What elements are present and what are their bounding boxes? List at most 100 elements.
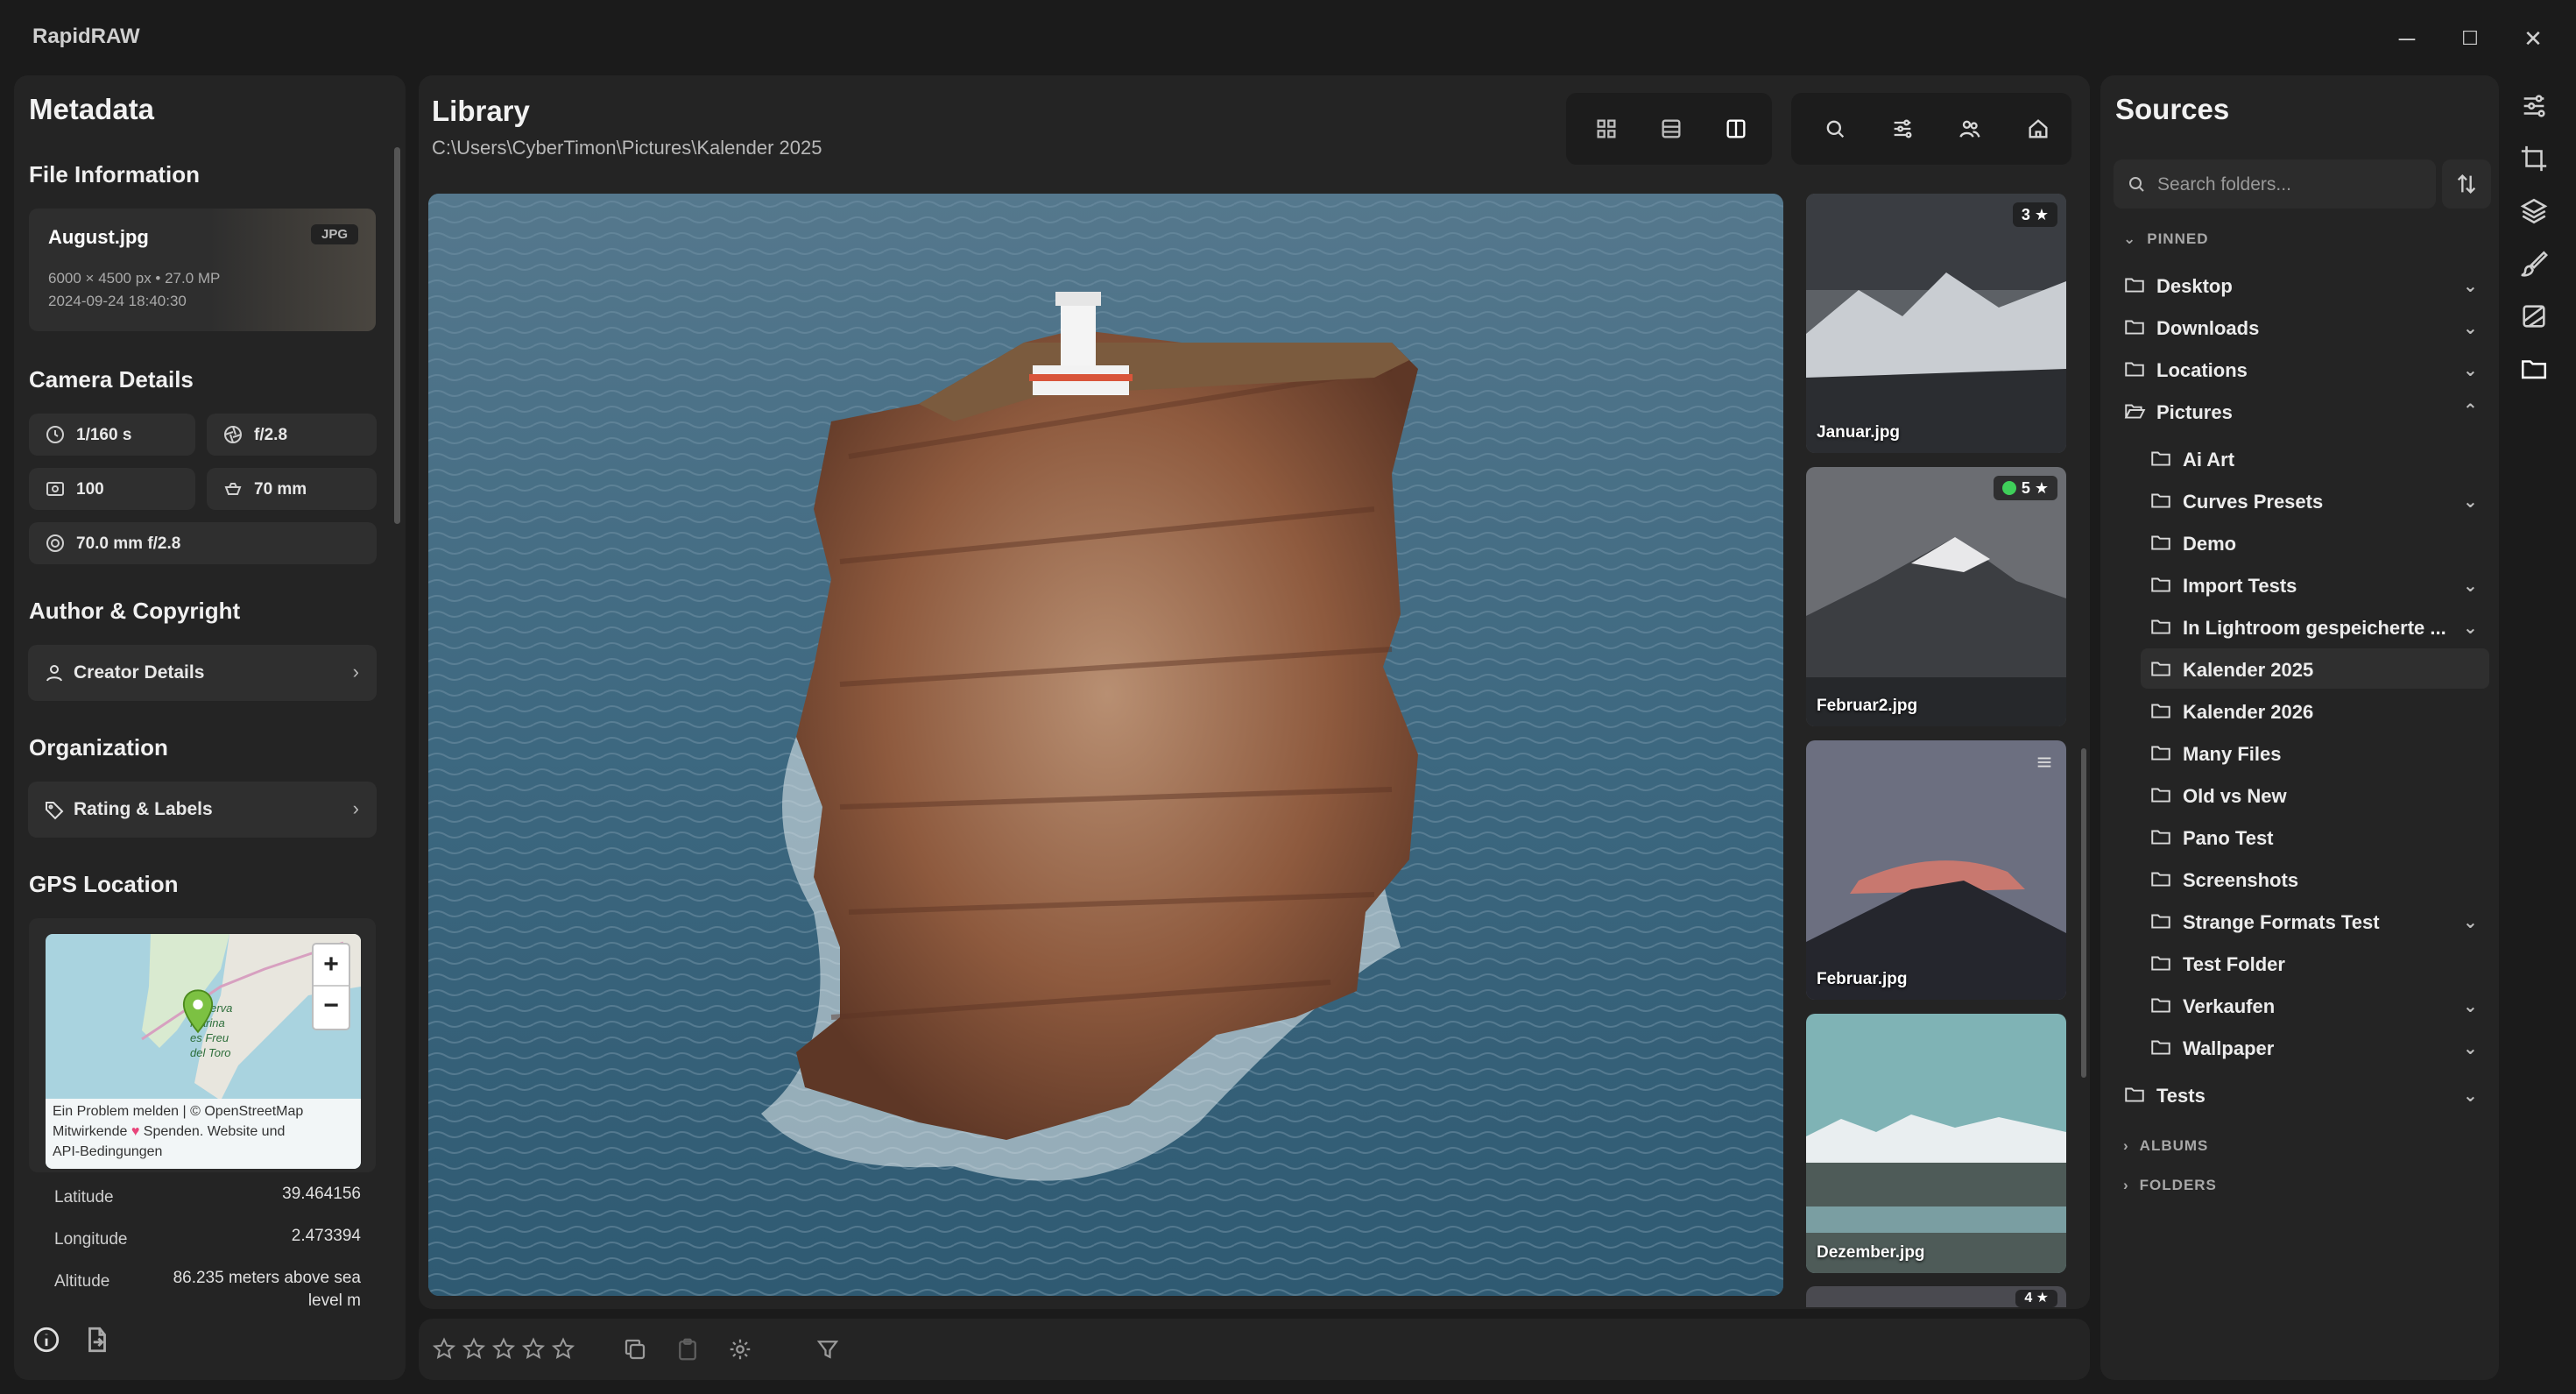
folder-desktop[interactable]: Desktop ⌄ [2123, 265, 2482, 305]
list-view-icon[interactable] [1659, 117, 1683, 141]
presets-icon[interactable] [2519, 301, 2549, 331]
metadata-scrollbar[interactable] [394, 147, 400, 524]
main-image-preview[interactable] [428, 194, 1783, 1296]
info-icon[interactable] [32, 1325, 61, 1355]
chevron-right-icon: › [352, 797, 359, 819]
star-icon[interactable] [490, 1336, 517, 1362]
filmstrip-scrollbar[interactable] [2081, 748, 2086, 1078]
thumbnail[interactable]: Dezember.jpg [1806, 1014, 2066, 1273]
chevron-down-icon[interactable]: ⌄ [2463, 575, 2478, 597]
folder-screenshots[interactable]: Screenshots [2149, 859, 2489, 899]
chevron-right-icon: › [2123, 1177, 2129, 1193]
zoom-out-button[interactable]: − [314, 987, 349, 1029]
search-icon[interactable] [1823, 117, 1847, 141]
adjustments-icon[interactable] [2519, 91, 2549, 121]
folder-icon [2149, 909, 2172, 932]
folder-icon [2149, 531, 2172, 554]
folder-curves-presets[interactable]: Curves Presets ⌄ [2149, 480, 2489, 520]
folder-icon [2149, 447, 2172, 470]
folder-strange-formats[interactable]: Strange Formats Test ⌄ [2149, 901, 2489, 941]
star-icon[interactable] [461, 1336, 487, 1362]
thumbnail-filename: Januar.jpg [1817, 423, 1901, 442]
folder-import-tests[interactable]: Import Tests ⌄ [2149, 564, 2489, 605]
chevron-down-icon[interactable]: ⌄ [2463, 995, 2478, 1017]
brush-icon[interactable] [2519, 249, 2549, 279]
copy-icon[interactable] [622, 1336, 648, 1362]
library-path[interactable]: C:\Users\CyberTimon\Pictures\Kalender 20… [432, 137, 822, 159]
chevron-up-icon[interactable]: ⌃ [2463, 400, 2478, 421]
thumbnail[interactable]: 5 ★ Februar2.jpg [1806, 467, 2066, 726]
thumbnail[interactable]: 3 ★ Januar.jpg [1806, 194, 2066, 453]
close-button[interactable]: ✕ [2516, 21, 2551, 56]
folder-old-vs-new[interactable]: Old vs New [2149, 775, 2489, 815]
folders-label-text: FOLDERS [2139, 1177, 2217, 1193]
user-icon [44, 662, 65, 683]
folder-ai-art[interactable]: Ai Art [2149, 438, 2489, 478]
shutter-chip: 1/160 s [29, 414, 195, 456]
folder-downloads[interactable]: Downloads ⌄ [2123, 307, 2482, 347]
chevron-down-icon[interactable]: ⌄ [2463, 911, 2478, 933]
folder-search-input[interactable]: Search folders... [2114, 159, 2436, 209]
thumbnail-partial[interactable]: 4 ★ [1806, 1286, 2066, 1307]
minimize-button[interactable]: ─ [2389, 21, 2424, 56]
map-pin-icon[interactable] [181, 988, 215, 1036]
heart-icon: ♥ [131, 1124, 140, 1139]
chevron-down-icon[interactable]: ⌄ [2463, 317, 2478, 339]
file-name: August.jpg [48, 226, 149, 248]
creator-details-button[interactable]: Creator Details › [28, 645, 377, 701]
folder-kalender-2025[interactable]: Kalender 2025 [2141, 648, 2489, 689]
folder-name: In Lightroom gespeicherte ... [2183, 617, 2446, 639]
chevron-down-icon[interactable]: ⌄ [2463, 491, 2478, 513]
star-icon[interactable] [520, 1336, 547, 1362]
folder-tests[interactable]: Tests ⌄ [2123, 1074, 2482, 1114]
folder-demo[interactable]: Demo [2149, 522, 2489, 563]
creator-details-label: Creator Details [74, 662, 205, 683]
chevron-down-icon[interactable]: ⌄ [2463, 1085, 2478, 1107]
rating-labels-button[interactable]: Rating & Labels › [28, 782, 377, 838]
zoom-in-button[interactable]: + [314, 945, 349, 987]
home-icon[interactable] [2026, 117, 2050, 141]
thumbnail[interactable]: Februar.jpg [1806, 740, 2066, 1000]
rating-badge-text: 5 ★ [2021, 479, 2049, 497]
map-attr-donate[interactable]: Spenden. Website und [144, 1124, 286, 1139]
folder-many-files[interactable]: Many Files [2149, 732, 2489, 773]
export-icon[interactable] [82, 1325, 112, 1355]
chevron-down-icon[interactable]: ⌄ [2463, 617, 2478, 639]
folder-wallpaper[interactable]: Wallpaper ⌄ [2149, 1027, 2489, 1067]
folder-in-lightroom[interactable]: In Lightroom gespeicherte ... ⌄ [2149, 606, 2489, 647]
map-attr-contributors[interactable]: Mitwirkende [53, 1124, 127, 1139]
chevron-down-icon[interactable]: ⌄ [2463, 359, 2478, 381]
folder-icon[interactable] [2519, 354, 2549, 384]
camera-heading: Camera Details [29, 366, 194, 393]
folder-test-folder[interactable]: Test Folder [2149, 943, 2489, 983]
layers-icon[interactable] [2519, 196, 2549, 226]
filter-icon[interactable] [815, 1336, 841, 1362]
grid-view-icon[interactable] [1594, 117, 1619, 141]
chevron-down-icon[interactable]: ⌄ [2463, 1037, 2478, 1059]
folder-pictures[interactable]: Pictures ⌃ [2123, 391, 2482, 431]
paste-icon[interactable] [674, 1336, 701, 1362]
rating-badge: 3 ★ [2012, 202, 2057, 227]
folder-name: Curves Presets [2183, 491, 2324, 513]
folder-locations[interactable]: Locations ⌄ [2123, 349, 2482, 389]
people-icon[interactable] [1958, 117, 1982, 141]
sort-button[interactable] [2442, 159, 2491, 209]
folder-icon [2149, 867, 2172, 890]
adjustments-icon[interactable] [1890, 117, 1915, 141]
focal-length-icon [222, 478, 243, 499]
crop-icon[interactable] [2519, 144, 2549, 173]
folder-name: Screenshots [2183, 869, 2299, 891]
settings-icon[interactable] [727, 1336, 753, 1362]
chevron-down-icon[interactable]: ⌄ [2463, 275, 2478, 297]
star-icon[interactable] [550, 1336, 576, 1362]
split-view-icon[interactable] [1724, 117, 1748, 141]
maximize-button[interactable]: ☐ [2452, 21, 2488, 56]
star-icon[interactable] [431, 1336, 457, 1362]
location-map[interactable]: Reserva Marina es Freu del Toro + − Ein … [46, 934, 361, 1169]
albums-label[interactable]: › ALBUMS [2123, 1137, 2208, 1155]
folders-label[interactable]: › FOLDERS [2123, 1177, 2217, 1194]
folder-pano-test[interactable]: Pano Test [2149, 817, 2489, 857]
pinned-label[interactable]: ⌄ PINNED [2123, 230, 2208, 248]
folder-verkaufen[interactable]: Verkaufen ⌄ [2149, 985, 2489, 1025]
folder-kalender-2026[interactable]: Kalender 2026 [2149, 690, 2489, 731]
